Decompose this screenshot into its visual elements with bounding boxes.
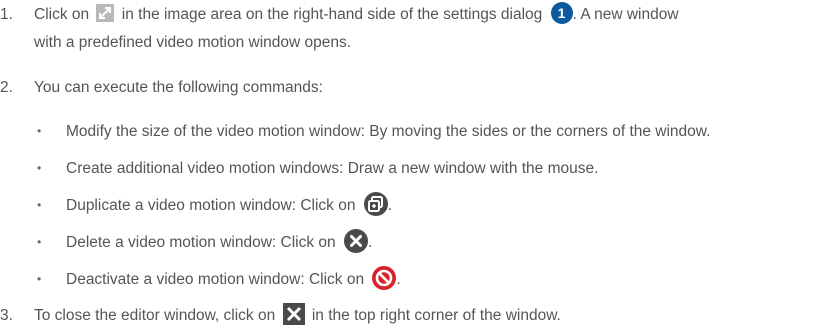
step-2: 2. You can execute the following command… <box>0 77 323 98</box>
expand-icon <box>96 4 115 23</box>
bullet-text: Deactivate a video motion window: Click … <box>66 271 365 288</box>
step-text: in the image area on the right-hand side… <box>121 6 543 23</box>
bullet-marker: • <box>37 124 42 138</box>
bullet-item: • Modify the size of the video motion wi… <box>0 121 710 142</box>
close-icon <box>282 303 305 326</box>
bullet-text: Delete a video motion window: Click on <box>66 234 336 251</box>
step-text: To close the editor window, click on <box>34 307 276 324</box>
bullet-item: • Create additional video motion windows… <box>0 158 598 179</box>
bullet-item: • Delete a video motion window: Click on… <box>0 228 373 253</box>
deactivate-icon <box>372 265 397 290</box>
bullet-item: • Deactivate a video motion window: Clic… <box>0 265 401 290</box>
bullet-marker: • <box>37 198 42 212</box>
delete-circle-icon <box>343 228 368 253</box>
bullet-period: . <box>367 234 373 251</box>
step-1-line-1: 1. Click on in the image area on the rig… <box>0 2 679 25</box>
step-text: You can execute the following commands: <box>34 79 323 96</box>
step-3: 3. To close the editor window, click on … <box>0 303 561 326</box>
bullet-period: . <box>387 197 393 214</box>
bullet-text: Duplicate a video motion window: Click o… <box>66 197 356 214</box>
step-number: 3. <box>0 307 13 324</box>
bullet-period: . <box>396 271 401 288</box>
step-text: Click on <box>34 6 90 23</box>
bullet-marker: • <box>37 235 42 249</box>
step-text: in the top right corner of the window. <box>311 307 561 324</box>
duplicate-icon <box>363 191 388 216</box>
step-number: 1. <box>0 6 13 23</box>
bullet-item: • Duplicate a video motion window: Click… <box>0 191 393 216</box>
bullet-text: Modify the size of the video motion wind… <box>66 123 711 140</box>
bullet-marker: • <box>37 161 42 175</box>
step-number: 2. <box>0 79 13 96</box>
bullet-marker: • <box>37 272 42 286</box>
step-text: . A new window <box>572 6 679 23</box>
callout-number-icon: 1 <box>550 2 573 25</box>
bullet-text: Create additional video motion windows: … <box>66 160 599 177</box>
step-1-line-2: with a predefined video motion window op… <box>34 34 352 51</box>
